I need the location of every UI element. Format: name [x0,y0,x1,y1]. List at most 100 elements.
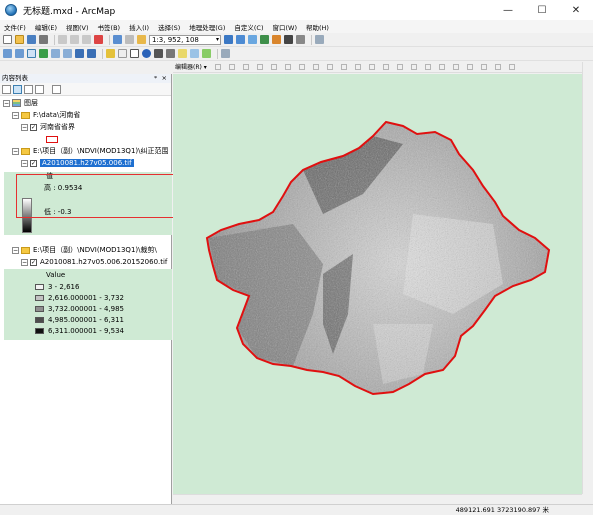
toc-root[interactable]: − 图层 [3,98,38,108]
search-window-icon[interactable] [260,35,269,44]
fixed-zoom-out-icon[interactable] [63,49,72,58]
chevron-down-icon[interactable]: ▾ [216,36,219,44]
fixed-zoom-in-icon[interactable] [51,49,60,58]
list-by-visibility-icon[interactable] [24,84,33,94]
layer-checkbox[interactable]: ✓ [30,159,37,167]
table-of-contents-icon[interactable] [236,35,245,44]
class-swatch[interactable] [35,284,44,290]
full-extent-icon[interactable] [39,49,48,58]
legend-class[interactable]: 3 - 2,616 [35,282,79,292]
list-by-selection-icon[interactable] [35,84,44,94]
clear-selection-icon[interactable] [118,49,127,58]
toc-layer-ndvi[interactable]: − ✓ A2010081.h27v05.006.tif [21,158,134,168]
collapse-icon[interactable]: − [12,147,19,155]
html-popup-icon[interactable] [190,49,199,58]
layer-name-selected[interactable]: A2010081.h27v05.006.tif [40,159,134,167]
layer-checkbox[interactable]: ✓ [30,258,37,266]
save-icon[interactable] [27,35,36,44]
redo-icon[interactable] [125,35,134,44]
select-elements-icon[interactable] [130,49,139,58]
list-by-source-icon[interactable] [13,84,22,94]
time-slider-icon[interactable] [202,49,211,58]
class-swatch[interactable] [35,328,44,334]
editor-toolbar-icon[interactable] [224,35,233,44]
identify-icon[interactable] [142,49,151,58]
menu-file[interactable]: 文件(F) [4,22,26,32]
pin-icon[interactable]: ᵠ [154,74,157,83]
toc-layer-classified[interactable]: − ✓ A2010081.h27v05.006.20152060.tif [21,257,167,267]
collapse-icon[interactable]: − [12,246,19,254]
collapse-icon[interactable]: − [21,258,28,266]
pan-icon[interactable] [27,49,36,58]
python-icon[interactable] [284,35,293,44]
close-icon[interactable]: × [162,74,167,83]
reshape-icon [312,63,319,70]
menu-windows[interactable]: 窗口(W) [273,22,298,32]
minimize-button[interactable]: — [491,0,525,20]
polygon-symbol-icon[interactable] [46,135,58,143]
delete-icon[interactable] [94,35,103,44]
cut-icon[interactable] [58,35,67,44]
arctoolbox-icon[interactable] [272,35,281,44]
layer-name[interactable]: A2010081.h27v05.006.20152060.tif [40,258,167,266]
close-button[interactable]: ✕ [559,0,593,20]
new-icon[interactable] [3,35,12,44]
undo-icon[interactable] [113,35,122,44]
legend-class[interactable]: 4,985.000001 - 6,311 [35,315,124,325]
map-display[interactable] [173,74,582,494]
menu-bookmarks[interactable]: 书签(B) [98,22,121,32]
toc-layer-boundary[interactable]: − ✓ 河南省省界 [21,122,75,132]
class-swatch[interactable] [35,317,44,323]
status-bar: 489121.691 3723190.897 米 [0,504,593,515]
collapse-icon[interactable]: − [21,159,28,167]
menu-help[interactable]: 帮助(H) [306,22,329,32]
model-builder-icon[interactable] [296,35,305,44]
toolbar-options-icon[interactable] [315,35,324,44]
back-extent-icon[interactable] [75,49,84,58]
options-icon[interactable] [52,84,61,94]
menu-selection[interactable]: 选择(S) [158,22,180,32]
class-swatch[interactable] [35,306,44,312]
paste-icon[interactable] [82,35,91,44]
find-icon[interactable] [154,49,163,58]
map-scale-combobox[interactable]: 1:3, 952, 108 ▾ [149,34,221,45]
horizontal-scrollbar[interactable] [173,494,582,504]
menu-view[interactable]: 视图(V) [66,22,89,32]
zoom-out-icon[interactable] [15,49,24,58]
menu-insert[interactable]: 插入(I) [129,22,149,32]
editor-menu[interactable]: 编辑器(R) ▾ [175,62,207,71]
menu-geoprocessing[interactable]: 地理处理(G) [189,22,225,32]
map-canvas[interactable] [173,74,582,494]
toc-workspace-3[interactable]: − E:\项目（副）\NDVI(MOD13Q1)\裁剪\ [12,245,157,255]
add-data-icon[interactable] [137,35,146,44]
select-features-icon[interactable] [106,49,115,58]
open-icon[interactable] [15,35,24,44]
layer-name[interactable]: 河南省省界 [40,122,75,132]
coordinate-readout: 489121.691 3723190.897 米 [455,506,549,514]
measure-icon[interactable] [166,49,175,58]
hyperlink-icon[interactable] [178,49,187,58]
legend-class[interactable]: 6,311.000001 - 9,534 [35,326,124,336]
menu-edit[interactable]: 编辑(E) [35,22,57,32]
toolbar-options-icon[interactable] [221,49,230,58]
toc-workspace-1[interactable]: − F:\data\河南省 [12,110,80,120]
copy-icon[interactable] [70,35,79,44]
list-by-drawing-order-icon[interactable] [2,84,11,94]
print-icon[interactable] [39,35,48,44]
class-swatch[interactable] [35,295,44,301]
vertical-scrollbar[interactable] [582,62,593,494]
toc-workspace-2[interactable]: − E:\项目（副）\NDVI(MOD13Q1)\纠正范围 [12,146,169,156]
layer-checkbox[interactable]: ✓ [30,123,37,131]
edit-tool-icon [214,63,221,70]
menu-customize[interactable]: 自定义(C) [234,22,263,32]
zoom-in-icon[interactable] [3,49,12,58]
catalog-icon[interactable] [248,35,257,44]
collapse-icon[interactable]: − [3,99,10,107]
collapse-icon[interactable]: − [12,111,19,119]
legend-class[interactable]: 3,732.000001 - 4,985 [35,304,124,314]
legend-class[interactable]: 2,616.000001 - 3,732 [35,293,124,303]
forward-extent-icon[interactable] [87,49,96,58]
folder-icon [21,246,30,254]
maximize-button[interactable]: ☐ [525,0,559,20]
collapse-icon[interactable]: − [21,123,28,131]
